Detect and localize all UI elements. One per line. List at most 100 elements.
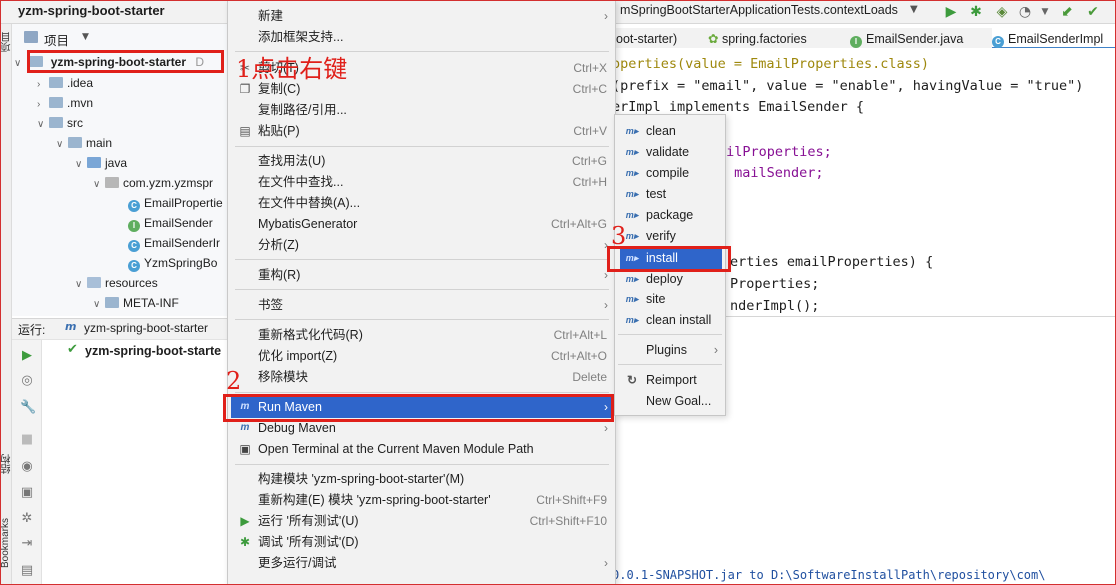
camera-icon[interactable]: ▣ xyxy=(20,486,34,500)
vcs-update-icon[interactable]: ⬋ xyxy=(1058,3,1076,21)
chevron-right-icon[interactable]: › xyxy=(37,95,49,115)
maven-icon: m▸ xyxy=(625,231,639,241)
tab-pom[interactable]: oot-starter) xyxy=(616,28,677,50)
chevron-right-icon: › xyxy=(604,421,608,435)
login-icon[interactable]: ⇥ xyxy=(20,537,34,551)
tab-label: EmailSender.java xyxy=(866,32,964,46)
menu-item-open-terminal[interactable]: ▣ Open Terminal at the Current Maven Modu… xyxy=(231,439,613,460)
chevron-down-icon[interactable]: ∨ xyxy=(93,295,105,315)
maven-goal-test[interactable]: m▸ test xyxy=(620,184,722,205)
chevron-down-icon[interactable]: ∨ xyxy=(56,135,68,155)
menu-item-analyze[interactable]: 分析(Z) › xyxy=(231,235,613,256)
tree-item-main[interactable]: ∨ main xyxy=(56,133,112,153)
menu-item-find-usages[interactable]: 查找用法(U) Ctrl+G xyxy=(231,151,613,172)
menu-item-copy-path[interactable]: 复制路径/引用... xyxy=(231,100,613,121)
menu-item-new[interactable]: 新建 › xyxy=(231,6,613,27)
menu-item-build-module[interactable]: 构建模块 'yzm-spring-boot-starter'(M) xyxy=(231,469,613,490)
tab-email-sender-impl[interactable]: C EmailSenderImpl xyxy=(992,28,1116,50)
layout-icon[interactable]: ▤ xyxy=(20,564,34,578)
tree-item-resources[interactable]: ∨ resources xyxy=(75,273,158,293)
tab-spring-factories[interactable]: ✿ spring.factories xyxy=(708,28,807,50)
maven-new-goal[interactable]: New Goal... xyxy=(620,391,722,412)
chevron-down-icon[interactable]: ∨ xyxy=(75,275,87,295)
menu-item-shortcut: Ctrl+V xyxy=(573,124,607,138)
maven-icon: m▸ xyxy=(625,147,639,157)
settings-icon[interactable]: ✲ xyxy=(20,512,34,526)
profile-icon[interactable]: ◔ xyxy=(1016,3,1034,21)
wrench-icon[interactable]: 🔧 xyxy=(20,401,36,415)
maven-goal-verify[interactable]: m▸ verify xyxy=(620,226,722,247)
tree-item-yzm-spring-boot[interactable]: C YzmSpringBo xyxy=(128,253,217,273)
tree-item-java[interactable]: ∨ java xyxy=(75,153,127,173)
maven-icon: m▸ xyxy=(625,168,639,178)
chevron-down-icon[interactable]: ▼ xyxy=(82,32,89,42)
project-title: yzm-spring-boot-starter xyxy=(18,3,165,18)
menu-item-debug-maven[interactable]: m Debug Maven › xyxy=(231,418,613,439)
tree-item-email-sender-impl[interactable]: C EmailSenderIr xyxy=(128,233,220,253)
class-icon: C xyxy=(992,36,1004,48)
menu-item-debug-all-tests[interactable]: ✱ 调试 '所有测试'(D) xyxy=(231,532,613,553)
run-icon[interactable]: ▶ xyxy=(942,3,960,21)
menu-item-optimize-imports[interactable]: 优化 import(Z) Ctrl+Alt+O xyxy=(231,346,613,367)
menu-item-mybatis-generator[interactable]: MybatisGenerator Ctrl+Alt+G xyxy=(231,214,613,235)
run-configuration-selector[interactable]: mSpringBootStarterApplicationTests.conte… xyxy=(620,3,898,17)
menu-item-find-in-files[interactable]: 在文件中查找... Ctrl+H xyxy=(231,172,613,193)
chevron-down-icon[interactable]: ∨ xyxy=(75,155,87,175)
tree-item-label: java xyxy=(105,156,128,170)
tree-item-email-sender[interactable]: I EmailSender xyxy=(128,213,213,233)
vcs-commit-icon[interactable]: ✔ xyxy=(1084,3,1102,21)
run-result-item[interactable]: yzm-spring-boot-starte xyxy=(85,344,221,358)
tree-item-label: .mvn xyxy=(67,96,94,110)
menu-item-shortcut: Ctrl+X xyxy=(573,61,607,75)
maven-goal-validate[interactable]: m▸ validate xyxy=(620,142,722,163)
project-view-title[interactable]: 项目 xyxy=(44,30,69,49)
menu-item-remove-module[interactable]: 移除模块 Delete xyxy=(231,367,613,388)
chevron-right-icon[interactable]: › xyxy=(37,75,49,95)
menu-item-replace-in-files[interactable]: 在文件中替换(A)... xyxy=(231,193,613,214)
maven-reimport[interactable]: ↻ Reimport xyxy=(620,370,722,391)
tab-email-sender[interactable]: I EmailSender.java xyxy=(850,28,963,50)
menu-item-label: Plugins xyxy=(646,343,687,357)
menu-item-rebuild-module[interactable]: 重新构建(E) 模块 'yzm-spring-boot-starter' Ctrl… xyxy=(231,490,613,511)
maven-goal-site[interactable]: m▸ site xyxy=(620,289,722,310)
menu-item-paste[interactable]: ▤ 粘贴(P) Ctrl+V xyxy=(231,121,613,142)
bookmarks-tool-tab[interactable]: Bookmarks xyxy=(0,518,11,568)
maven-goal-clean-install[interactable]: m▸ clean install xyxy=(620,310,722,331)
tree-item-idea[interactable]: › .idea xyxy=(37,73,93,93)
debug-icon[interactable]: ✱ xyxy=(967,3,985,21)
chevron-down-icon[interactable]: ∨ xyxy=(14,54,26,74)
tree-item-src[interactable]: ∨ src xyxy=(37,113,83,133)
code-text: Properties; xyxy=(730,276,820,292)
menu-item-refactor[interactable]: 重构(R) › xyxy=(231,265,613,286)
chevron-down-icon[interactable]: ▼ xyxy=(910,4,918,15)
tree-item-mvn[interactable]: › .mvn xyxy=(37,93,93,113)
menu-item-more-run-debug[interactable]: 更多运行/调试 › xyxy=(231,553,613,574)
menu-separator xyxy=(235,392,609,393)
maven-goal-deploy[interactable]: m▸ deploy xyxy=(620,269,722,290)
maven-goal-compile[interactable]: m▸ compile xyxy=(620,163,722,184)
eye-icon[interactable]: ◉ xyxy=(20,460,34,474)
run-tab[interactable]: yzm-spring-boot-starter xyxy=(84,321,208,335)
menu-item-reformat-code[interactable]: 重新格式化代码(R) Ctrl+Alt+L xyxy=(231,325,613,346)
menu-item-run-all-tests[interactable]: ▶ 运行 '所有测试'(U) Ctrl+Shift+F10 xyxy=(231,511,613,532)
rerun-icon[interactable]: ▶ xyxy=(20,349,34,363)
menu-item-label: 重新格式化代码(R) xyxy=(258,328,363,342)
code-line: erties emailProperties) { xyxy=(730,251,933,273)
tree-item-meta-inf[interactable]: ∨ META-INF xyxy=(93,293,179,313)
menu-item-add-framework[interactable]: 添加框架支持... xyxy=(231,27,613,48)
code-text: erImpl implements EmailSender { xyxy=(612,99,864,115)
chevron-down-icon[interactable]: ∨ xyxy=(37,115,49,135)
menu-item-label: MybatisGenerator xyxy=(258,217,358,231)
tree-item-email-properties[interactable]: C EmailPropertie xyxy=(128,193,223,213)
filter-icon[interactable]: ◎ xyxy=(20,374,34,388)
maven-plugins[interactable]: Plugins › xyxy=(620,340,722,361)
maven-goal-package[interactable]: m▸ package xyxy=(620,205,722,226)
stop-icon[interactable]: ■ xyxy=(20,433,34,447)
chevron-down-icon[interactable]: ∨ xyxy=(93,175,105,195)
more-run-chevron-icon[interactable]: ▼ xyxy=(1036,3,1054,21)
coverage-icon[interactable]: ◈ xyxy=(993,3,1011,21)
menu-item-bookmarks[interactable]: 书签 › xyxy=(231,295,613,316)
tab-label: spring.factories xyxy=(721,32,807,46)
maven-goal-clean[interactable]: m▸ clean xyxy=(620,121,722,142)
tree-item-package[interactable]: ∨ com.yzm.yzmspr xyxy=(93,173,213,193)
